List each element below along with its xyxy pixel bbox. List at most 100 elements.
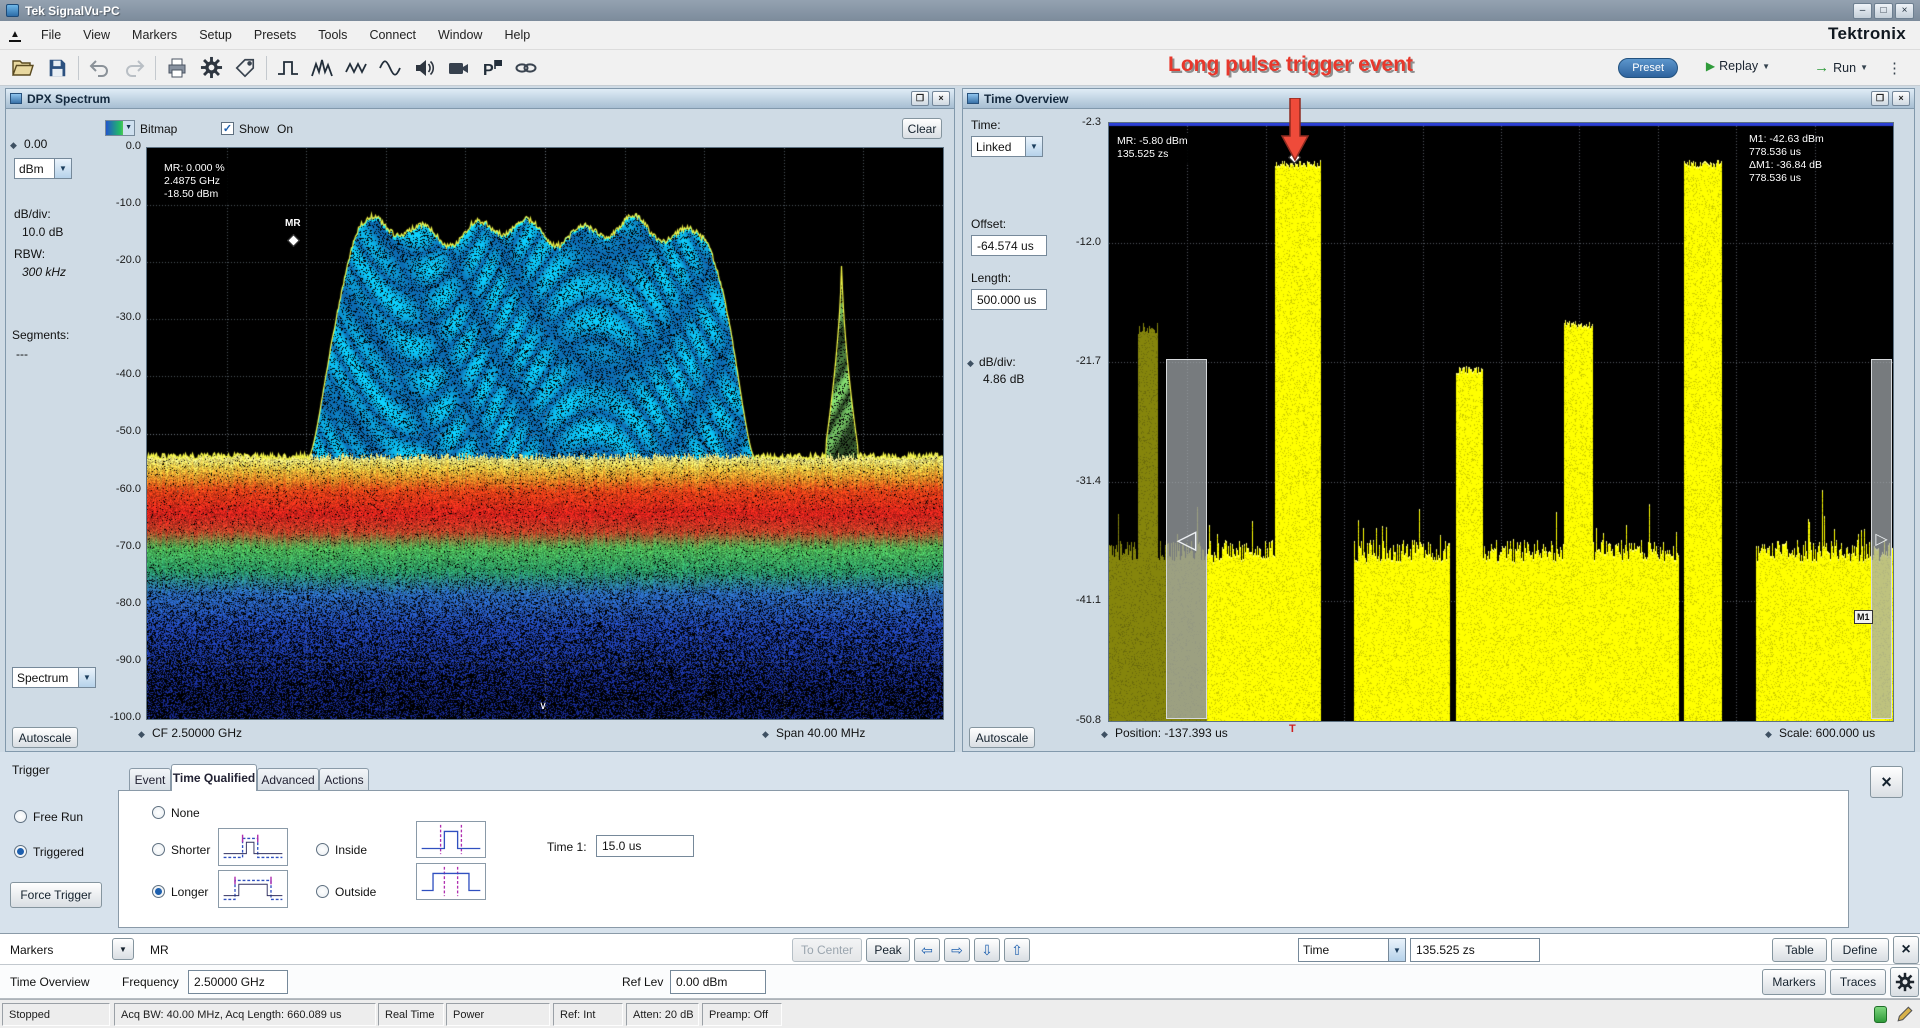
zigzag-wave-icon[interactable] — [339, 53, 373, 83]
marker-table-button[interactable]: Table — [1772, 938, 1827, 962]
tov-autoscale-button[interactable]: Autoscale — [969, 727, 1035, 748]
tab-event[interactable]: Event — [129, 768, 171, 791]
ref-level-spinner[interactable]: ◆ — [10, 140, 17, 151]
unit-combo[interactable]: dBm▼ — [14, 158, 72, 179]
to-center-button[interactable]: To Center — [792, 938, 862, 962]
peak-button[interactable]: Peak — [866, 938, 910, 962]
outside-radio[interactable] — [316, 885, 329, 898]
menu-setup[interactable]: Setup — [188, 23, 243, 47]
clear-button[interactable]: Clear — [902, 118, 942, 139]
cf-readout[interactable]: CF 2.50000 GHz — [152, 726, 242, 740]
menu-help[interactable]: Help — [493, 23, 541, 47]
position-readout[interactable]: Position: -137.393 us — [1115, 726, 1228, 740]
menu-presets[interactable]: Presets — [243, 23, 307, 47]
markers-panel-button[interactable]: Markers — [1762, 969, 1826, 995]
dpx-panel-titlebar[interactable]: DPX Spectrum ❐ × — [6, 89, 954, 109]
tab-actions[interactable]: Actions — [319, 768, 369, 791]
scale-readout[interactable]: Scale: 600.000 us — [1779, 726, 1875, 740]
spectrum-peaks-icon[interactable] — [305, 53, 339, 83]
span-spinner[interactable]: ◆ — [762, 729, 769, 740]
preset-button[interactable]: Preset — [1618, 58, 1678, 78]
time-mode-combo[interactable]: Linked▼ — [971, 136, 1043, 157]
run-control[interactable]: → Run ▼ — [1814, 59, 1868, 76]
redo-icon[interactable] — [117, 53, 151, 83]
tab-advanced[interactable]: Advanced — [257, 768, 319, 791]
marker-define-button[interactable]: Define — [1831, 938, 1889, 962]
none-radio[interactable] — [152, 806, 165, 819]
ref-level-input[interactable]: 0.00 dBm — [670, 970, 766, 994]
link-chain-icon[interactable] — [509, 53, 543, 83]
tov-dbdiv-spinner[interactable]: ◆ — [967, 358, 974, 369]
peak-down-arrow-button[interactable]: ⇩ — [974, 938, 1000, 962]
scale-spinner[interactable]: ◆ — [1765, 729, 1772, 740]
close-trigger-button[interactable]: × — [1870, 766, 1903, 798]
dpx-autoscale-button[interactable]: Autoscale — [12, 727, 78, 748]
menu-markers[interactable]: Markers — [121, 23, 188, 47]
longer-radio[interactable] — [152, 885, 165, 898]
cf-spinner[interactable]: ◆ — [138, 729, 145, 740]
restore-panel-button[interactable]: ❐ — [911, 91, 929, 106]
trigger-pulse-icon[interactable] — [271, 53, 305, 83]
save-icon[interactable] — [40, 53, 74, 83]
undo-icon[interactable] — [83, 53, 117, 83]
overflow-dots-icon[interactable]: ⋮ — [1887, 59, 1902, 77]
tov-panel-titlebar[interactable]: Time Overview ❐ × — [963, 89, 1914, 109]
force-trigger-button[interactable]: Force Trigger — [10, 882, 102, 908]
tag-icon[interactable] — [228, 53, 262, 83]
maximize-button[interactable]: □ — [1874, 3, 1893, 19]
time-overview-canvas[interactable] — [1109, 123, 1893, 721]
marker-domain-combo[interactable]: Time▼ — [1298, 938, 1406, 962]
restore-panel-button[interactable]: ❐ — [1871, 91, 1889, 106]
replay-control[interactable]: ▶ Replay ▼ — [1706, 59, 1770, 73]
markers-dropdown-button[interactable]: ▼ — [112, 938, 134, 960]
menu-view[interactable]: View — [72, 23, 121, 47]
menu-window[interactable]: Window — [427, 23, 493, 47]
length-input[interactable]: 500.000 us — [971, 289, 1047, 310]
tab-time-qualified[interactable]: Time Qualified — [171, 764, 257, 791]
analysis-right-handle[interactable]: ▷ — [1871, 359, 1892, 719]
dbdiv-value[interactable]: 10.0 dB — [22, 225, 63, 239]
p-flag-icon[interactable]: P — [475, 53, 509, 83]
tov-dbdiv-value[interactable]: 4.86 dB — [983, 372, 1024, 386]
bitmap-style-selector[interactable]: ▼ — [105, 120, 135, 136]
audio-speaker-icon[interactable] — [407, 53, 441, 83]
settings-gear-button[interactable] — [1890, 967, 1919, 997]
analysis-left-handle[interactable]: ◁ — [1166, 359, 1207, 719]
span-readout[interactable]: Span 40.00 MHz — [776, 726, 865, 740]
minimize-button[interactable]: – — [1853, 3, 1872, 19]
close-panel-button[interactable]: × — [932, 91, 950, 106]
offset-input[interactable]: -64.574 us — [971, 235, 1047, 256]
eject-icon[interactable]: ▲ — [0, 29, 30, 42]
peak-right-arrow-button[interactable]: ⇨ — [944, 938, 970, 962]
camera-icon[interactable] — [441, 53, 475, 83]
position-spinner[interactable]: ◆ — [1101, 729, 1108, 740]
ref-level-value[interactable]: 0.00 — [24, 137, 47, 151]
marker-value-input[interactable]: 135.525 zs — [1410, 938, 1540, 962]
menu-tools[interactable]: Tools — [307, 23, 358, 47]
dpx-spectrum-canvas[interactable] — [147, 148, 943, 719]
close-button[interactable]: × — [1895, 3, 1914, 19]
peak-left-arrow-button[interactable]: ⇦ — [914, 938, 940, 962]
tov-graph-area[interactable]: MR: -5.80 dBm 135.525 zs M1: -42.63 dBm … — [1108, 122, 1894, 722]
close-panel-button[interactable]: × — [1892, 91, 1910, 106]
menu-connect[interactable]: Connect — [358, 23, 427, 47]
shorter-radio[interactable] — [152, 843, 165, 856]
time1-input[interactable]: 15.0 us — [596, 835, 694, 857]
menu-file[interactable]: File — [30, 23, 72, 47]
dpx-graph-area[interactable]: MR: 0.000 % 2.4875 GHz -18.50 dBm MR ∨ — [146, 147, 944, 720]
close-markers-button[interactable]: × — [1893, 936, 1919, 964]
open-folder-icon[interactable] — [6, 53, 40, 83]
inside-radio[interactable] — [316, 843, 329, 856]
m1-marker-tag[interactable]: M1 — [1854, 610, 1873, 624]
settings-gear-icon[interactable] — [194, 53, 228, 83]
frequency-input[interactable]: 2.50000 GHz — [188, 970, 288, 994]
peak-up-arrow-button[interactable]: ⇧ — [1004, 938, 1030, 962]
sine-wave-icon[interactable] — [373, 53, 407, 83]
show-checkbox[interactable]: ✓ — [221, 122, 234, 135]
triggered-radio[interactable] — [14, 845, 27, 858]
traces-panel-button[interactable]: Traces — [1830, 969, 1886, 995]
trace-type-combo[interactable]: Spectrum▼ — [12, 667, 96, 688]
edit-pencil-icon[interactable] — [1896, 1005, 1914, 1023]
print-icon[interactable] — [160, 53, 194, 83]
free-run-radio[interactable] — [14, 810, 27, 823]
